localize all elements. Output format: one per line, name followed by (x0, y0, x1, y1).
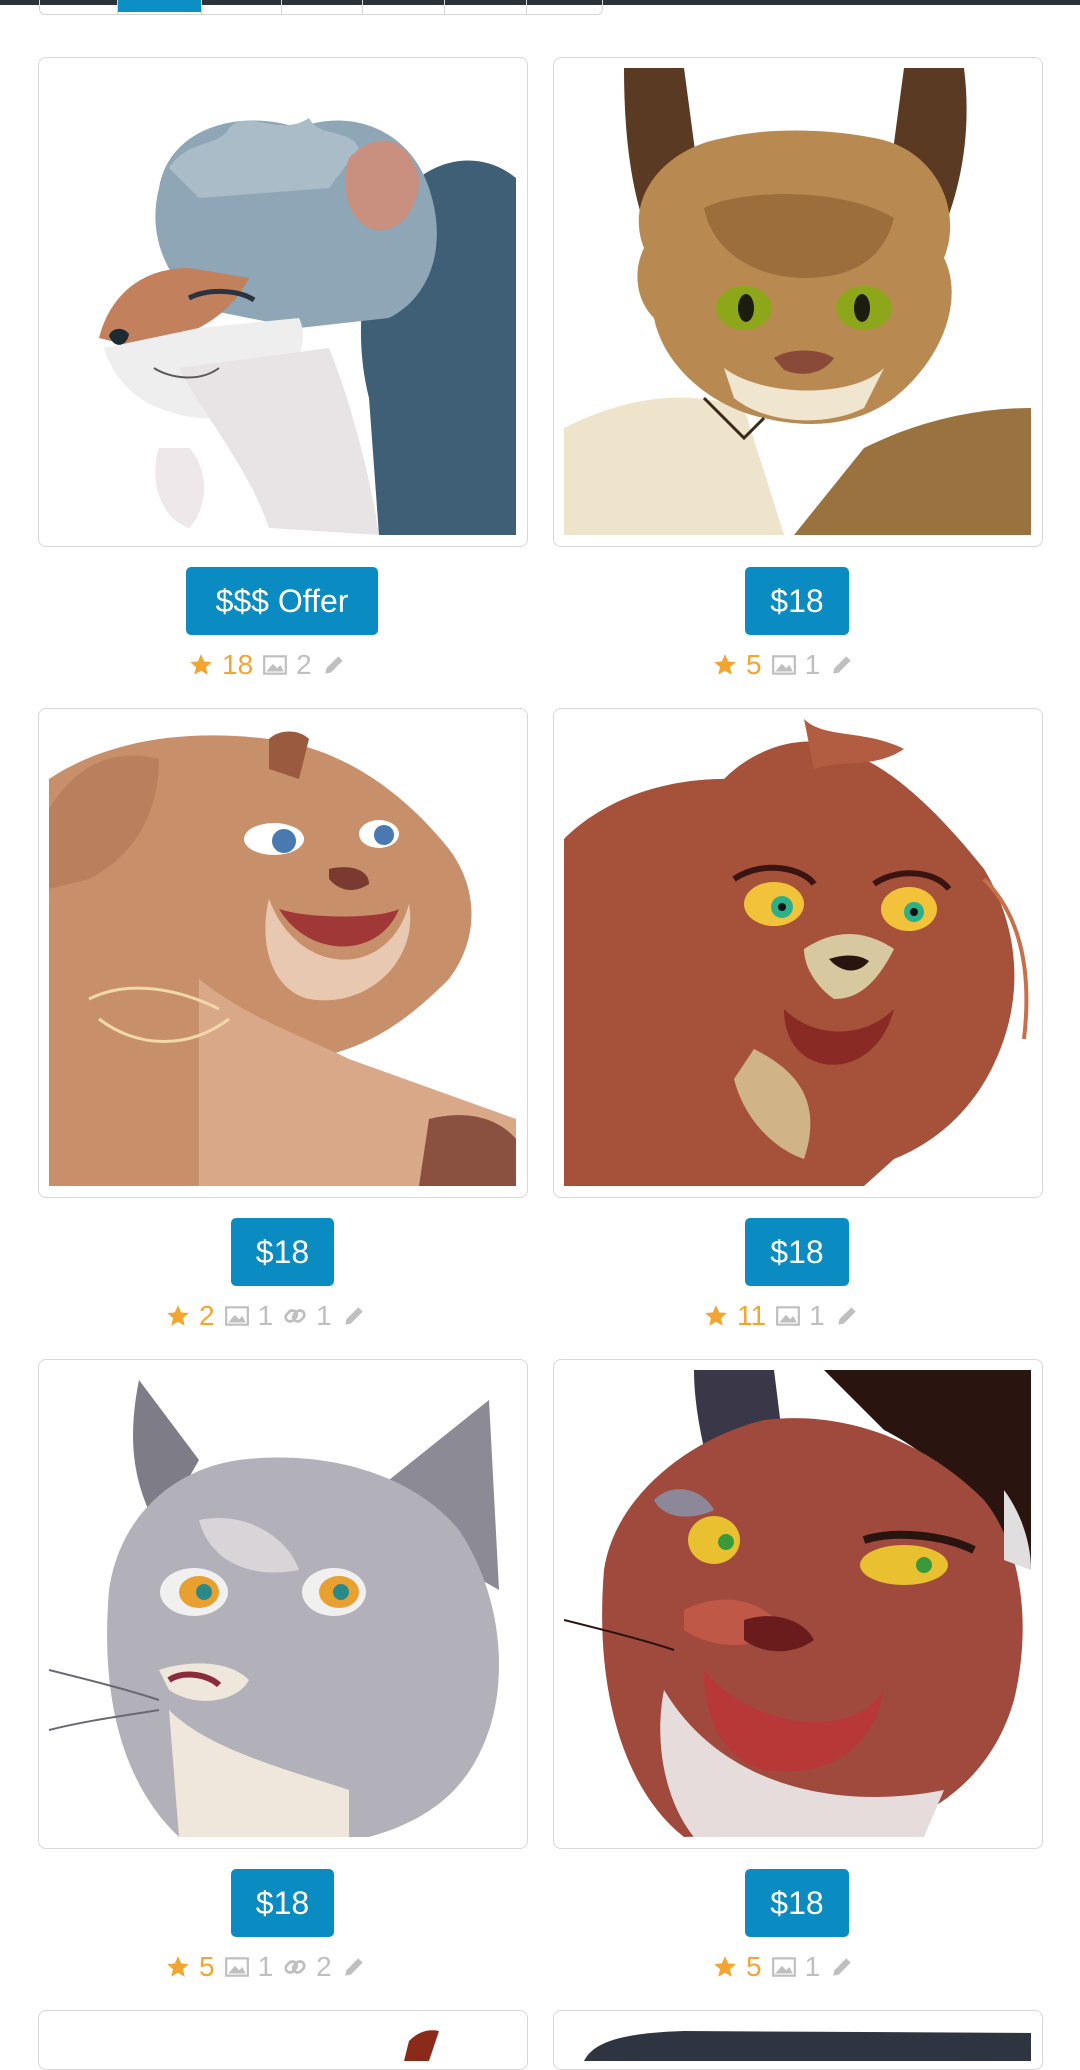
favorites-count[interactable]: 5 (165, 1951, 215, 1983)
image-icon (224, 1954, 250, 1980)
pencil-icon (341, 1954, 367, 1980)
pagination-divider (117, 0, 118, 14)
images-count: 1 (224, 1951, 273, 1983)
pencil-icon (321, 652, 347, 678)
listing-card[interactable] (38, 57, 528, 547)
listing-card[interactable] (38, 708, 528, 1198)
pencil-icon (834, 1303, 860, 1329)
listing-card[interactable] (38, 2010, 528, 2070)
price-button[interactable]: $18 (745, 1869, 849, 1937)
gray-blue-cat-profile-art[interactable] (49, 68, 516, 535)
image-icon (771, 652, 797, 678)
listing-stats: 5 1 2 (165, 1947, 367, 1987)
listing-card[interactable] (553, 708, 1043, 1198)
pagination-divider (201, 0, 202, 14)
dark-red-cat-yellow-eyes-art[interactable] (564, 1370, 1031, 1837)
favorites-count[interactable]: 2 (165, 1300, 215, 1332)
listing-art-partial[interactable] (49, 2021, 516, 2061)
links-count: 2 (282, 1951, 332, 1983)
images-count: 1 (771, 1951, 820, 1983)
star-icon (165, 1303, 191, 1329)
pagination-divider (444, 0, 445, 14)
gray-cat-teal-eyes-art[interactable] (49, 1370, 516, 1837)
images-count: 2 (262, 649, 312, 681)
make-offer-button[interactable]: $$$ Offer (186, 567, 378, 635)
images-count: 1 (771, 649, 820, 681)
red-brown-cat-shocked-art[interactable] (564, 719, 1031, 1186)
pagination-divider (362, 0, 363, 14)
pagination-tab-active[interactable] (117, 0, 201, 12)
star-icon (712, 652, 738, 678)
listing-stats: 18 2 (188, 645, 347, 685)
links-count: 1 (282, 1300, 332, 1332)
favorites-count[interactable]: 11 (703, 1300, 766, 1332)
price-button[interactable]: $18 (231, 1869, 334, 1937)
pagination-divider (526, 0, 527, 14)
brown-lynx-green-eyes-art[interactable] (564, 68, 1031, 535)
image-icon (224, 1303, 250, 1329)
image-icon (262, 652, 288, 678)
star-icon (188, 652, 214, 678)
listing-card[interactable] (553, 57, 1043, 547)
images-count: 1 (775, 1300, 825, 1332)
listing-card[interactable] (553, 1359, 1043, 1849)
pencil-icon (341, 1303, 367, 1329)
image-icon (771, 1954, 797, 1980)
star-icon (165, 1954, 191, 1980)
favorites-count[interactable]: 5 (712, 1951, 762, 1983)
listing-stats: 11 1 (703, 1296, 860, 1336)
pencil-icon (829, 652, 855, 678)
listing-stats: 5 1 (712, 645, 855, 685)
price-button[interactable]: $18 (231, 1218, 334, 1286)
pencil-icon (829, 1954, 855, 1980)
link-icon (282, 1303, 308, 1329)
listing-card[interactable] (553, 2010, 1043, 2070)
star-icon (703, 1303, 729, 1329)
listing-art-partial[interactable] (564, 2021, 1031, 2061)
link-icon (282, 1954, 308, 1980)
listing-stats: 2 1 1 (165, 1296, 367, 1336)
pagination-divider (281, 0, 282, 14)
listing-card[interactable] (38, 1359, 528, 1849)
listing-stats: 5 1 (712, 1947, 855, 1987)
image-icon (775, 1303, 801, 1329)
price-button[interactable]: $18 (745, 1218, 849, 1286)
tan-cougar-smiling-art[interactable] (49, 719, 516, 1186)
favorites-count[interactable]: 5 (712, 649, 762, 681)
images-count: 1 (224, 1300, 273, 1332)
star-icon (712, 1954, 738, 1980)
favorites-count[interactable]: 18 (188, 649, 253, 681)
pagination-tabs[interactable] (39, 0, 603, 15)
price-button[interactable]: $18 (745, 567, 849, 635)
